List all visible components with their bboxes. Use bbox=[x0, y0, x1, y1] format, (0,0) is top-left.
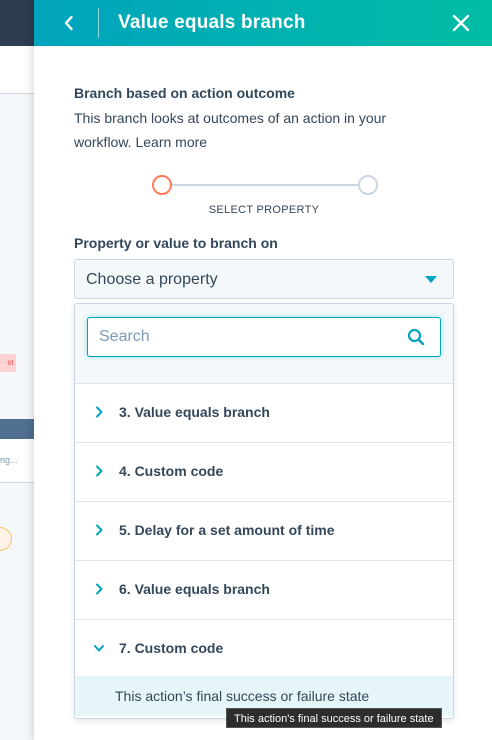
chevron-left-icon bbox=[64, 15, 73, 31]
group-label: 7. Custom code bbox=[119, 640, 224, 656]
option-label: This action’s final success or failure s… bbox=[115, 688, 370, 704]
group-label: 6. Value equals branch bbox=[119, 581, 270, 597]
chevron-right-icon bbox=[96, 406, 103, 418]
property-field-label: Property or value to branch on bbox=[74, 235, 278, 251]
chevron-right-icon bbox=[96, 524, 103, 536]
panel-header: Value equals branch bbox=[34, 0, 492, 46]
group-label: 5. Delay for a set amount of time bbox=[119, 522, 335, 538]
search-icon[interactable] bbox=[407, 328, 425, 346]
branch-description-text: This branch looks at outcomes of an acti… bbox=[74, 110, 387, 150]
panel-title: Value equals branch bbox=[118, 12, 306, 33]
search-input[interactable] bbox=[87, 317, 441, 357]
group-label: 3. Value equals branch bbox=[119, 404, 270, 420]
close-button[interactable] bbox=[448, 10, 474, 36]
chevron-down-icon bbox=[94, 645, 104, 652]
dropdown-search-area bbox=[75, 304, 453, 384]
group-custom-code-7[interactable]: 7. Custom code bbox=[75, 620, 453, 676]
group-label: 4. Custom code bbox=[119, 463, 224, 479]
chevron-right-icon bbox=[96, 465, 103, 477]
group-custom-code-4[interactable]: 4. Custom code bbox=[75, 443, 453, 502]
step-current-dot bbox=[152, 175, 172, 195]
property-select[interactable]: Choose a property bbox=[74, 259, 454, 299]
chevron-right-icon bbox=[96, 583, 103, 595]
group-value-equals-branch-6[interactable]: 6. Value equals branch bbox=[75, 561, 453, 620]
header-divider bbox=[98, 8, 99, 38]
group-delay-5[interactable]: 5. Delay for a set amount of time bbox=[75, 502, 453, 561]
step-next-dot bbox=[358, 175, 378, 195]
property-dropdown: 3. Value equals branch 4. Custom code 5.… bbox=[74, 303, 454, 719]
group-value-equals-branch-3[interactable]: 3. Value equals branch bbox=[75, 384, 453, 443]
branch-panel: Value equals branch Branch based on acti… bbox=[34, 0, 492, 740]
close-icon bbox=[452, 14, 470, 32]
canvas-add-node[interactable] bbox=[0, 527, 12, 551]
property-select-value: Choose a property bbox=[86, 271, 218, 288]
step-progress bbox=[152, 175, 378, 195]
back-button[interactable] bbox=[56, 10, 82, 36]
learn-more-link[interactable]: Learn more bbox=[135, 134, 207, 150]
tooltip: This action's final success or failure s… bbox=[226, 708, 442, 728]
branch-description: This branch looks at outcomes of an acti… bbox=[74, 106, 434, 154]
caret-down-icon bbox=[425, 276, 437, 283]
step-label: SELECT PROPERTY bbox=[208, 204, 320, 216]
canvas-badge: et bbox=[0, 354, 16, 372]
step-connector bbox=[172, 184, 358, 186]
branch-heading: Branch based on action outcome bbox=[74, 85, 295, 101]
